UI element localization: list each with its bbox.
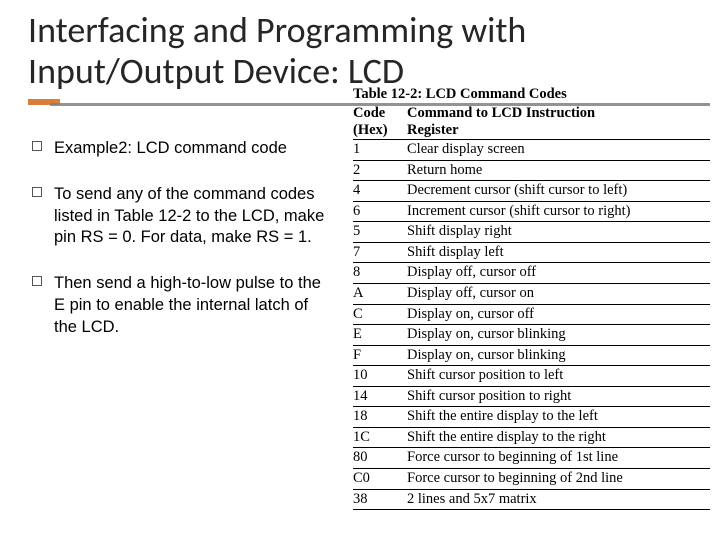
table-row: CDisplay on, cursor off	[353, 305, 710, 326]
table-row: 14Shift cursor position to right	[353, 387, 710, 408]
cell-command: Shift cursor position to right	[407, 387, 710, 407]
table-row: C0Force cursor to beginning of 2nd line	[353, 469, 710, 490]
cell-command: Clear display screen	[407, 140, 710, 160]
slide-body: Example2: LCD command code To send any o…	[28, 128, 710, 528]
cell-code: 80	[353, 448, 407, 468]
cell-command: Shift the entire display to the right	[407, 428, 710, 448]
bullet-item: Then send a high-to-low pulse to the E p…	[28, 273, 333, 338]
cell-command: Display on, cursor blinking	[407, 325, 710, 345]
cell-code: C	[353, 305, 407, 325]
table-subheader: (Hex) Register	[353, 122, 710, 140]
cell-command: 2 lines and 5x7 matrix	[407, 490, 710, 510]
table-row: 8Display off, cursor off	[353, 263, 710, 284]
table-column: Table 12-2: LCD Command Codes Code Comma…	[353, 86, 710, 486]
cell-command: Force cursor to beginning of 1st line	[407, 448, 710, 468]
table-row: 18Shift the entire display to the left	[353, 407, 710, 428]
cell-code: 6	[353, 202, 407, 222]
table-row: 1Clear display screen	[353, 140, 710, 161]
cell-command: Increment cursor (shift cursor to right)	[407, 202, 710, 222]
header-command: Command to LCD Instruction	[407, 105, 710, 122]
cell-command: Shift the entire display to the left	[407, 407, 710, 427]
table-row: 5Shift display right	[353, 222, 710, 243]
table-row: 7Shift display left	[353, 243, 710, 264]
table-row: 382 lines and 5x7 matrix	[353, 490, 710, 511]
cell-code: F	[353, 346, 407, 366]
cell-command: Display off, cursor on	[407, 284, 710, 304]
header-code: Code	[353, 105, 407, 122]
table-row: 80Force cursor to beginning of 1st line	[353, 448, 710, 469]
table-row: 6Increment cursor (shift cursor to right…	[353, 202, 710, 223]
cell-code: 1	[353, 140, 407, 160]
table-row: FDisplay on, cursor blinking	[353, 346, 710, 367]
cell-code: 4	[353, 181, 407, 201]
slide-title: Interfacing and Programming with Input/O…	[28, 10, 692, 93]
table-row: 2Return home	[353, 161, 710, 182]
cell-command: Shift display left	[407, 243, 710, 263]
bullet-item: Example2: LCD command code	[28, 138, 333, 160]
slide: Interfacing and Programming with Input/O…	[0, 0, 720, 540]
table-row: 1CShift the entire display to the right	[353, 428, 710, 449]
cell-code: 5	[353, 222, 407, 242]
cell-command: Shift cursor position to left	[407, 366, 710, 386]
table-row: EDisplay on, cursor blinking	[353, 325, 710, 346]
table-caption: Table 12-2: LCD Command Codes	[353, 86, 710, 103]
cell-command: Decrement cursor (shift cursor to left)	[407, 181, 710, 201]
left-column: Example2: LCD command code To send any o…	[28, 128, 333, 528]
cell-code: 2	[353, 161, 407, 181]
cell-code: 1C	[353, 428, 407, 448]
table-row: 4Decrement cursor (shift cursor to left)	[353, 181, 710, 202]
subheader-code: (Hex)	[353, 122, 407, 139]
cell-command: Display on, cursor blinking	[407, 346, 710, 366]
table-header: Code Command to LCD Instruction	[353, 105, 710, 122]
cell-code: C0	[353, 469, 407, 489]
subheader-command: Register	[407, 122, 710, 139]
cell-code: 7	[353, 243, 407, 263]
cell-command: Display off, cursor off	[407, 263, 710, 283]
cell-code: 38	[353, 490, 407, 510]
table-row: ADisplay off, cursor on	[353, 284, 710, 305]
cell-code: 18	[353, 407, 407, 427]
bullet-list: Example2: LCD command code To send any o…	[28, 138, 333, 338]
cell-command: Return home	[407, 161, 710, 181]
cell-command: Force cursor to beginning of 2nd line	[407, 469, 710, 489]
table-rows: 1Clear display screen2Return home4Decrem…	[353, 140, 710, 510]
cell-code: 14	[353, 387, 407, 407]
cell-code: A	[353, 284, 407, 304]
cell-code: 10	[353, 366, 407, 386]
cell-code: E	[353, 325, 407, 345]
bullet-item: To send any of the command codes listed …	[28, 184, 333, 249]
cell-command: Shift display right	[407, 222, 710, 242]
table-row: 10Shift cursor position to left	[353, 366, 710, 387]
cell-command: Display on, cursor off	[407, 305, 710, 325]
cell-code: 8	[353, 263, 407, 283]
